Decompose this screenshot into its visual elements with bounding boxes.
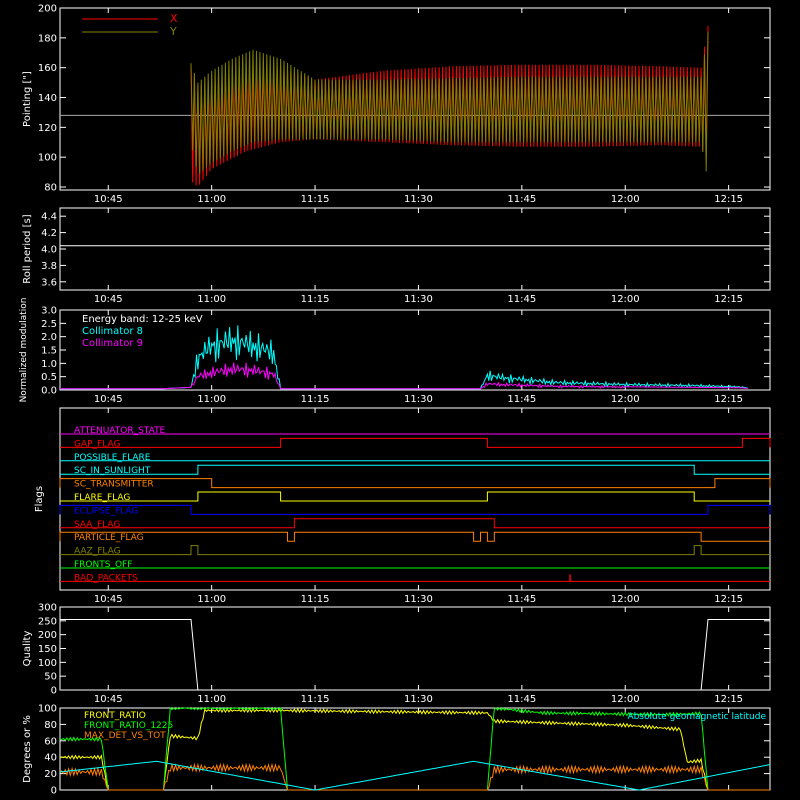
y-tick-label: 250 <box>38 616 57 627</box>
time-tick-label: 11:45 <box>507 194 536 205</box>
y-tick-label: 300 <box>38 603 57 614</box>
y-tick-label: 4.4 <box>41 212 57 223</box>
legend-label: FRONT_RATIO <box>84 711 146 721</box>
time-tick-label: 12:15 <box>714 194 743 205</box>
time-tick-label: 11:45 <box>507 694 536 705</box>
time-tick-label: 11:00 <box>197 594 226 605</box>
time-tick-label: 11:30 <box>404 294 433 305</box>
y-axis-label: Quality <box>22 631 33 667</box>
y-axis-label: Pointing ["] <box>22 71 33 127</box>
y-tick-label: 60 <box>44 736 57 747</box>
y-tick-label: 4.2 <box>41 228 57 239</box>
time-tick-label: 11:15 <box>301 694 330 705</box>
time-tick-label: 11:30 <box>404 194 433 205</box>
legend-label: Y <box>169 25 177 38</box>
y-tick-label: 3.6 <box>41 277 57 288</box>
time-tick-label: 11:45 <box>507 394 536 405</box>
y-tick-label: 120 <box>38 123 57 134</box>
time-tick-label: 11:15 <box>301 294 330 305</box>
time-tick-label: 12:00 <box>611 694 640 705</box>
y-tick-label: 180 <box>38 33 57 44</box>
y-tick-label: 3.0 <box>41 306 57 317</box>
time-tick-label: 12:15 <box>714 294 743 305</box>
y-tick-label: 0 <box>51 786 57 797</box>
time-tick-label: 10:45 <box>94 394 123 405</box>
y-axis-label: Flags <box>34 486 45 512</box>
y-tick-label: 100 <box>38 658 57 669</box>
y-axis-label: Roll period [s] <box>22 214 33 283</box>
time-tick-label: 10:45 <box>94 294 123 305</box>
y-tick-label: 1.5 <box>41 346 57 357</box>
y-tick-label: 160 <box>38 63 57 74</box>
time-tick-label: 11:45 <box>507 294 536 305</box>
y-axis-label: Normalized modulation <box>19 298 29 403</box>
time-tick-label: 10:45 <box>94 194 123 205</box>
time-tick-label: 12:00 <box>611 194 640 205</box>
time-tick-label: 10:45 <box>94 594 123 605</box>
y-tick-label: 0.5 <box>41 372 57 383</box>
y-tick-label: 80 <box>44 720 57 731</box>
time-tick-label: 11:15 <box>301 594 330 605</box>
time-tick-label: 11:15 <box>301 194 330 205</box>
y-tick-label: 2.5 <box>41 319 57 330</box>
time-tick-label: 11:00 <box>197 694 226 705</box>
y-tick-label: 100 <box>38 704 57 715</box>
y-tick-label: 140 <box>38 93 57 104</box>
time-tick-label: 12:15 <box>714 694 743 705</box>
latitude-annotation: Absolute geomagnetic latitude <box>627 712 766 722</box>
time-tick-label: 12:00 <box>611 294 640 305</box>
y-tick-label: 200 <box>38 4 57 15</box>
y-tick-label: 3.8 <box>41 261 57 272</box>
y-tick-label: 150 <box>38 644 57 655</box>
legend-label: Collimator 9 <box>82 338 143 349</box>
time-tick-label: 12:00 <box>611 594 640 605</box>
flag-label: SC_TRANSMITTER <box>74 480 154 490</box>
time-tick-label: 11:00 <box>197 394 226 405</box>
y-tick-label: 20 <box>44 769 57 780</box>
time-tick-label: 11:00 <box>197 194 226 205</box>
energy-band-annotation: Energy band: 12-25 keV <box>82 314 203 325</box>
time-tick-label: 11:30 <box>404 394 433 405</box>
flag-label: PARTICLE_FLAG <box>74 533 144 543</box>
rhessi-quicklook-figure: 10:45 11:00 11:15 11:30 11:45 12:00 12:15 80 100… <box>0 0 800 800</box>
flag-label: ECLIPSE_FLAG <box>74 506 138 516</box>
time-tick-label: 12:15 <box>714 594 743 605</box>
y-tick-label: 50 <box>44 672 57 683</box>
time-tick-label: 11:30 <box>404 594 433 605</box>
y-tick-label: 4.0 <box>41 245 57 256</box>
y-tick-label: 200 <box>38 630 57 641</box>
time-tick-label: 12:15 <box>714 394 743 405</box>
y-tick-label: 0.0 <box>41 386 57 397</box>
time-tick-label: 11:45 <box>507 594 536 605</box>
y-tick-label: 0 <box>51 686 57 697</box>
legend-label: Collimator 8 <box>82 326 143 337</box>
y-tick-label: 80 <box>44 183 57 194</box>
legend-label: X <box>170 12 178 25</box>
time-tick-label: 12:00 <box>611 394 640 405</box>
time-tick-label: 11:15 <box>301 394 330 405</box>
y-tick-label: 100 <box>38 153 57 164</box>
time-tick-label: 11:30 <box>404 694 433 705</box>
legend-label: FRONT_RATIO_1225 <box>84 721 173 731</box>
y-tick-label: 2.0 <box>41 332 57 343</box>
time-tick-label: 10:45 <box>94 694 123 705</box>
y-tick-label: 40 <box>44 753 57 764</box>
y-axis-label: Degrees or % <box>22 715 33 783</box>
y-tick-label: 1.0 <box>41 359 57 370</box>
time-tick-label: 11:00 <box>197 294 226 305</box>
legend-label: MAX_DET_VS_TOT <box>84 731 166 741</box>
